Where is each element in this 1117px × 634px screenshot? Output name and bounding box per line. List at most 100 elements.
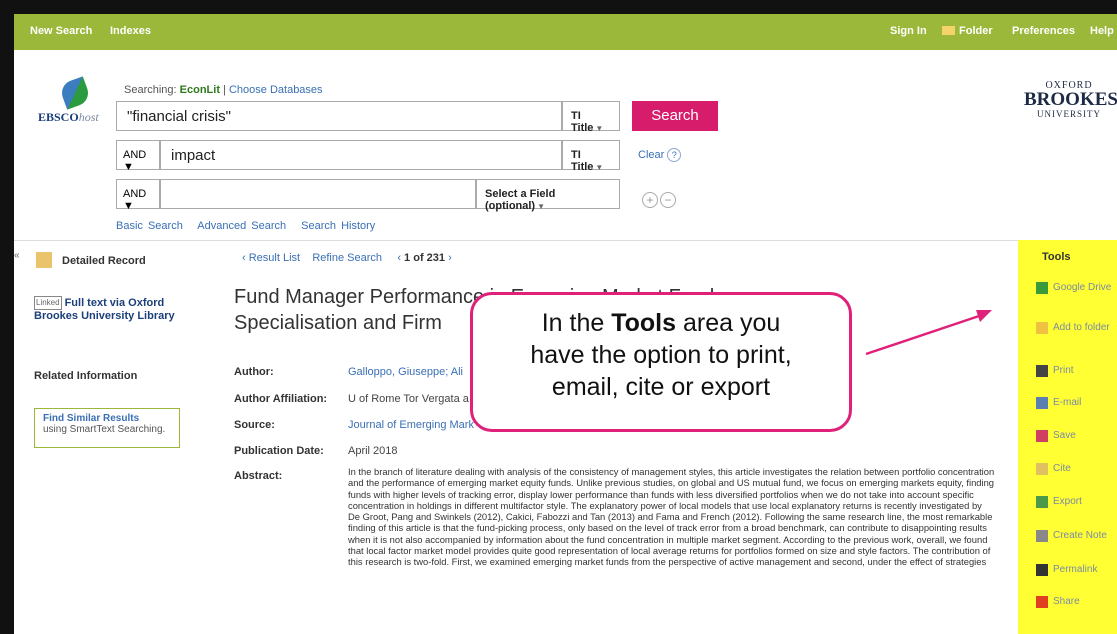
record-position: 1 of 231 — [404, 252, 446, 264]
result-list-link[interactable]: ‹ Result List — [242, 252, 300, 264]
tool-add-to-folder[interactable]: Add to folder — [1036, 322, 1113, 334]
pubdate-label: Publication Date: — [234, 445, 324, 457]
tool-export[interactable]: Export — [1036, 496, 1113, 508]
search-button[interactable]: Search — [632, 101, 718, 131]
callout-suffix: area you — [676, 309, 781, 337]
oxford-brookes-logo: OXFORD BROOKES UNIVERSITY — [1024, 80, 1117, 119]
tool-label: Save — [1053, 430, 1076, 441]
left-sidebar: « Detailed Record Linked Full text via Ox… — [14, 240, 224, 634]
new-search-link[interactable]: New Search — [30, 25, 92, 37]
find-similar-box[interactable]: Find Similar Results using SmartText Sea… — [34, 408, 180, 448]
callout-prefix: In the — [541, 309, 612, 337]
clear-label: Clear — [638, 149, 665, 161]
tool-google-drive[interactable]: Google Drive — [1036, 282, 1113, 294]
tools-heading: Tools — [1042, 251, 1071, 263]
email-icon — [1036, 397, 1048, 409]
printer-icon — [1036, 365, 1048, 377]
search-input-2[interactable]: impact — [160, 140, 562, 170]
tool-label: Permalink — [1053, 564, 1098, 575]
chevron-down-icon: ▼ — [123, 200, 134, 212]
tool-label: Print — [1053, 365, 1074, 376]
search-input-3[interactable] — [160, 179, 476, 209]
add-row-icon[interactable]: + — [642, 192, 658, 208]
tool-permalink[interactable]: Permalink — [1036, 564, 1113, 576]
abstract-text: In the branch of literature dealing with… — [348, 466, 995, 568]
field-select-2[interactable]: TI Title ▼ — [562, 140, 620, 173]
indexes-link[interactable]: Indexes — [110, 25, 151, 37]
record-nav: ‹ Result List Refine Search ‹ 1 of 231 › — [242, 252, 452, 264]
search-mode-links: Basic Search Advanced Search Search Hist… — [116, 220, 385, 232]
chevron-down-icon: ▼ — [595, 163, 604, 172]
help-link[interactable]: Help — [1090, 25, 1114, 37]
logo-main-text: EBSCO — [38, 110, 79, 124]
cite-icon — [1036, 463, 1048, 475]
folder-icon — [1036, 322, 1048, 334]
searching-label: Searching: EconLit | Choose Databases — [124, 84, 323, 96]
ebsco-leaf-icon — [58, 76, 92, 110]
logo-host-text: host — [78, 110, 99, 124]
chevron-down-icon: ▼ — [595, 124, 604, 133]
collapse-icon[interactable]: « — [14, 250, 20, 261]
search-header: EBSCOhost Searching: EconLit | Choose Da… — [14, 50, 1117, 241]
choose-databases-link[interactable]: Choose Databases — [229, 84, 323, 96]
field-select-1-value: TI Title — [571, 110, 594, 134]
remove-row-icon[interactable]: − — [660, 192, 676, 208]
tool-label: E-mail — [1053, 397, 1082, 408]
basic-search-link[interactable]: Basic Search — [116, 220, 183, 232]
field-select-3[interactable]: Select a Field (optional) ▼ — [476, 179, 620, 212]
refine-search-link[interactable]: Refine Search — [312, 252, 382, 264]
next-record-icon[interactable]: › — [448, 252, 452, 264]
field-select-1[interactable]: TI Title ▼ — [562, 101, 620, 134]
callout-line-1: In the Tools area you — [473, 307, 849, 339]
tools-panel: Tools Google Drive Add to folder Print E-ma… — [1018, 240, 1117, 634]
bool-select-2[interactable]: AND ▼ — [116, 140, 160, 173]
find-similar-title[interactable]: Find Similar Results — [43, 413, 171, 424]
help-icon[interactable]: ? — [667, 148, 682, 162]
chevron-down-icon: ▼ — [537, 202, 546, 211]
link-icon — [1036, 564, 1048, 576]
tool-create-note[interactable]: Create Note — [1036, 530, 1113, 542]
browser-frame: New Search Indexes Sign In Folder Prefer… — [14, 14, 1117, 634]
tool-print[interactable]: Print — [1036, 365, 1113, 377]
tool-label: Add to folder — [1053, 322, 1110, 333]
export-icon — [1036, 496, 1048, 508]
tool-e-mail[interactable]: E-mail — [1036, 397, 1113, 409]
field-select-2-value: TI Title — [571, 149, 594, 173]
detailed-record-label: Detailed Record — [62, 255, 146, 267]
search-history-link[interactable]: Search History — [301, 220, 375, 232]
tool-label: Export — [1053, 496, 1082, 507]
bool-select-3[interactable]: AND ▼ — [116, 179, 160, 212]
folder-icon — [942, 26, 955, 35]
author-value[interactable]: Galloppo, Giuseppe; Ali — [348, 366, 463, 378]
full-text-link[interactable]: Linked Full text via Oxford Brookes Unive… — [34, 296, 194, 322]
folder-link[interactable]: Folder — [942, 25, 993, 37]
prev-record-icon[interactable]: ‹ — [397, 252, 401, 264]
detailed-record-heading: Detailed Record — [36, 252, 146, 268]
tool-label: Create Note — [1053, 530, 1107, 541]
affiliation-value: U of Rome Tor Vergata a — [348, 393, 469, 405]
top-nav-bar: New Search Indexes Sign In Folder Prefer… — [14, 14, 1117, 50]
callout-line-2: have the option to print, — [530, 341, 792, 369]
advanced-search-link[interactable]: Advanced Search — [197, 220, 286, 232]
google-drive-icon — [1036, 282, 1048, 294]
search-input-1[interactable]: "financial crisis" — [116, 101, 562, 131]
database-name: EconLit — [179, 84, 220, 96]
university-line-3: UNIVERSITY — [1037, 109, 1101, 119]
sign-in-link[interactable]: Sign In — [890, 25, 927, 37]
abstract-label: Abstract: — [234, 470, 283, 482]
ebscohost-logo[interactable]: EBSCOhost — [38, 76, 118, 125]
share-icon — [1036, 596, 1048, 608]
clear-link[interactable]: Clear? — [638, 148, 682, 162]
tutorial-callout: In the Tools area you have the option to… — [470, 292, 852, 432]
folder-label: Folder — [959, 25, 993, 37]
callout-bold: Tools — [611, 309, 677, 337]
searching-prefix: Searching: — [124, 84, 177, 96]
source-value[interactable]: Journal of Emerging Mark — [348, 419, 474, 431]
tool-save[interactable]: Save — [1036, 430, 1113, 442]
tool-share[interactable]: Share — [1036, 596, 1113, 608]
find-similar-sub: using SmartText Searching. — [43, 424, 166, 435]
affiliation-label: Author Affiliation: — [234, 393, 328, 405]
preferences-link[interactable]: Preferences — [1012, 25, 1075, 37]
document-icon — [36, 252, 52, 268]
tool-cite[interactable]: Cite — [1036, 463, 1113, 475]
